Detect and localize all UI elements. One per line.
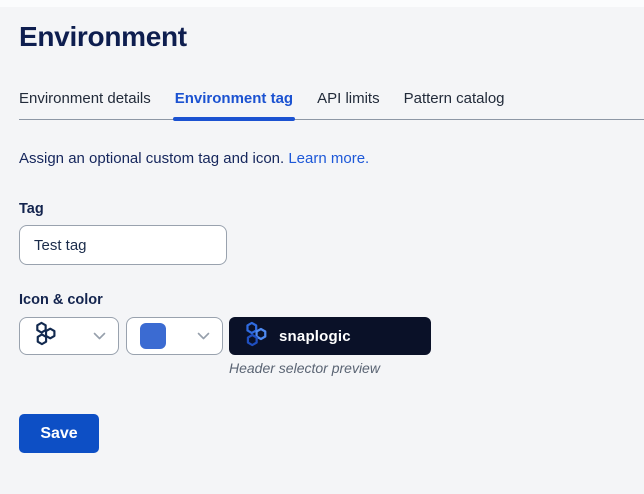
preview-chip: snaplogic [229,317,431,355]
icon-dropdown[interactable] [19,317,119,355]
header-selector-preview: snaplogic Header selector preview [229,317,431,376]
page-title: Environment [19,21,187,52]
snaplogic-logo-icon [243,321,269,352]
tab-api-limits[interactable]: API limits [317,90,380,119]
environment-settings-page: Environment Environment details Environm… [0,21,644,453]
chevron-down-icon [93,332,106,340]
preview-caption: Header selector preview [229,360,380,376]
tab-environment-tag[interactable]: Environment tag [172,90,296,121]
tab-environment-details[interactable]: Environment details [19,90,151,119]
tab-pattern-catalog[interactable]: Pattern catalog [404,90,505,119]
preview-brand-text: snaplogic [279,327,351,345]
tab-bar: Environment details Environment tag API … [19,90,644,121]
icon-color-picker-row: snaplogic Header selector preview [19,317,644,376]
snaplogic-hexagons-icon [33,321,58,351]
intro-text: Assign an optional custom tag and icon. … [19,150,644,167]
learn-more-link[interactable]: Learn more. [288,150,369,167]
tag-label: Tag [19,201,44,217]
color-swatch [140,323,166,349]
chevron-down-icon [197,332,210,340]
intro-description: Assign an optional custom tag and icon. [19,150,285,167]
icon-color-label: Icon & color [19,292,103,308]
tag-input[interactable] [19,225,227,265]
save-button[interactable]: Save [19,414,99,453]
top-strip [0,0,644,7]
color-dropdown[interactable] [126,317,223,355]
